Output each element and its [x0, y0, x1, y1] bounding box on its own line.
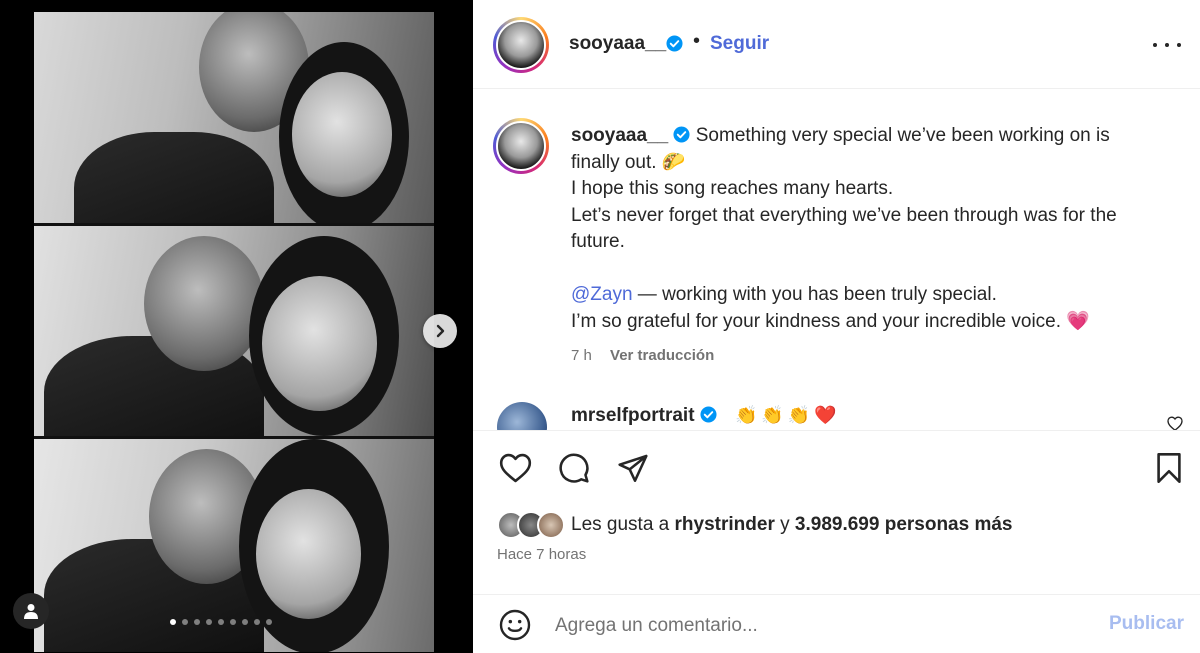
caption-username[interactable]: sooyaaa__ — [571, 125, 668, 146]
verified-badge-icon — [673, 126, 690, 143]
comment-input[interactable] — [555, 611, 1075, 641]
post-panel: sooyaaa__ • Seguir sooyaaa__ Something v… — [473, 0, 1200, 653]
comment-button[interactable] — [556, 450, 592, 486]
caption-line: future. — [571, 231, 625, 252]
carousel-dot — [254, 619, 260, 625]
bookmark-icon — [1157, 453, 1181, 483]
separator-dot: • — [693, 30, 701, 52]
photo-strip-image[interactable] — [34, 12, 434, 652]
comments-section[interactable]: sooyaaa__ Something very special we’ve b… — [473, 90, 1200, 431]
carousel-dot — [218, 619, 224, 625]
carousel-dots — [170, 619, 272, 625]
smiley-icon — [499, 609, 531, 641]
caption-age: 7 h — [571, 347, 592, 364]
share-button[interactable] — [615, 450, 651, 486]
author-username[interactable]: sooyaaa__ — [569, 33, 666, 55]
like-button[interactable] — [497, 450, 533, 486]
emoji-picker-button[interactable] — [497, 607, 533, 643]
post-timestamp[interactable]: Hace 7 horas — [497, 546, 586, 563]
caption-author-avatar[interactable] — [493, 118, 549, 174]
caption-line: Let’s never forget that everything we’ve… — [571, 204, 1117, 226]
likes-summary[interactable]: Les gusta a rhystrinder y 3.989.699 pers… — [497, 510, 1013, 540]
author-avatar[interactable] — [493, 17, 549, 73]
add-comment-bar: Publicar — [473, 594, 1200, 653]
commenter-username[interactable]: mrselfportrait — [571, 405, 717, 427]
photo-frame-2 — [34, 226, 434, 436]
post-media — [0, 0, 473, 653]
verified-badge-icon — [666, 35, 683, 52]
next-slide-button[interactable] — [423, 314, 457, 348]
caption-line: — working with you has been truly specia… — [632, 284, 997, 305]
caption-line: I hope this song reaches many hearts. — [571, 178, 894, 199]
carousel-dot — [230, 619, 236, 625]
commenter-avatar[interactable] — [497, 402, 547, 430]
likes-prefix: Les gusta a — [571, 514, 675, 535]
likes-count[interactable]: 3.989.699 personas más — [795, 514, 1013, 536]
ellipsis-icon — [1153, 43, 1157, 47]
tagged-users-button[interactable] — [13, 593, 49, 629]
verified-badge-icon — [700, 406, 717, 423]
comment-text: 👏👏👏❤️ — [735, 405, 841, 425]
caption-line: I’m so grateful for your kindness and yo… — [571, 310, 1090, 332]
liker-username[interactable]: rhystrinder — [675, 514, 775, 536]
carousel-dot — [182, 619, 188, 625]
mention-link[interactable]: @Zayn — [571, 284, 633, 305]
carousel-dot — [206, 619, 212, 625]
action-bar — [473, 440, 1200, 500]
photo-frame-1 — [34, 12, 434, 223]
comment-bubble-icon — [559, 453, 589, 483]
comment-like-heart-icon[interactable] — [1167, 416, 1183, 431]
post-header: sooyaaa__ • Seguir — [473, 0, 1200, 89]
caption-line: finally out. 🌮 — [571, 151, 686, 173]
post-comment-button[interactable]: Publicar — [1109, 613, 1184, 635]
caption-line: Something very special we’ve been workin… — [695, 125, 1110, 146]
likes-middle: y — [774, 514, 795, 535]
more-options-button[interactable] — [1153, 33, 1181, 57]
carousel-dot — [170, 619, 176, 625]
post-caption: sooyaaa__ Something very special we’ve b… — [571, 123, 1171, 335]
carousel-dot — [242, 619, 248, 625]
person-icon — [24, 604, 38, 619]
save-button[interactable] — [1151, 450, 1187, 486]
heart-icon — [499, 453, 531, 483]
carousel-dot — [266, 619, 272, 625]
paper-plane-icon — [618, 454, 648, 482]
carousel-dot — [194, 619, 200, 625]
follow-button[interactable]: Seguir — [710, 33, 769, 55]
liker-avatar — [537, 511, 565, 539]
chevron-right-icon — [436, 324, 445, 338]
see-translation-link[interactable]: Ver traducción — [610, 347, 714, 364]
caption-meta: 7 h Ver traducción — [571, 347, 714, 364]
